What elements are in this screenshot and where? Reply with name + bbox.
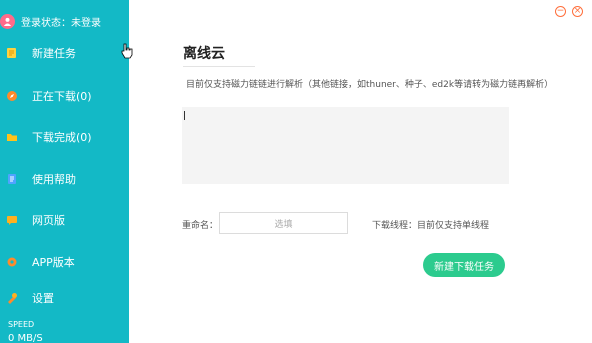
sidebar-item-web[interactable]: 网页版 [0, 210, 129, 230]
rename-input[interactable]: 选填 [219, 212, 348, 234]
gear-icon [5, 255, 19, 269]
sidebar-item-completed[interactable]: 下载完成(0) [0, 127, 129, 147]
title-divider [183, 66, 255, 67]
sidebar-item-label: 使用帮助 [32, 173, 76, 186]
sidebar-item-help[interactable]: 使用帮助 [0, 169, 129, 189]
text-caret [184, 111, 185, 120]
login-status-text: 登录状态：未登录 [21, 17, 101, 29]
new-download-task-button[interactable]: 新建下载任务 [423, 253, 505, 277]
sidebar-item-label: 网页版 [32, 214, 65, 227]
download-thread-text: 下载线程：目前仅支持单线程 [372, 221, 490, 231]
sidebar-item-label: 设置 [32, 292, 54, 305]
app-window: 登录状态：未登录 新建任务 正在下载(0) 下载完成(0) 使用帮助 网页版 A… [0, 0, 592, 343]
folder-icon [5, 130, 19, 144]
document-icon [5, 172, 19, 186]
speed-value: 0 MB/S [8, 333, 43, 343]
sidebar-item-label: 下载完成(0) [32, 131, 92, 144]
close-button[interactable]: × [572, 6, 583, 17]
sidebar: 登录状态：未登录 新建任务 正在下载(0) 下载完成(0) 使用帮助 网页版 A… [0, 0, 129, 343]
hand-cursor-icon [121, 43, 133, 63]
sidebar-item-app[interactable]: APP版本 [0, 252, 129, 272]
sidebar-item-label: 新建任务 [32, 47, 76, 60]
speed-indicator: SPEED 0 MB/S [8, 318, 43, 343]
sidebar-item-label: APP版本 [32, 256, 75, 269]
sidebar-item-new-task[interactable]: 新建任务 [0, 43, 129, 63]
chat-icon [5, 213, 19, 227]
minimize-button[interactable]: − [555, 6, 566, 17]
compass-icon [5, 89, 19, 103]
user-avatar-icon[interactable] [0, 13, 15, 29]
page-title: 离线云 [183, 46, 225, 62]
login-status[interactable]: 登录状态：未登录 [0, 10, 101, 32]
sidebar-item-settings[interactable]: 设置 [0, 288, 129, 308]
sidebar-item-label: 正在下载(0) [32, 90, 92, 103]
edit-icon [5, 46, 19, 60]
sidebar-item-downloading[interactable]: 正在下载(0) [0, 86, 129, 106]
magnet-link-input[interactable] [182, 107, 509, 184]
settings-icon [5, 291, 19, 305]
speed-label: SPEED [8, 320, 35, 329]
hint-text: 目前仅支持磁力链链进行解析（其他链接，如thuner、种子、ed2k等请转为磁力… [186, 80, 554, 90]
rename-label: 重命名： [182, 221, 219, 231]
